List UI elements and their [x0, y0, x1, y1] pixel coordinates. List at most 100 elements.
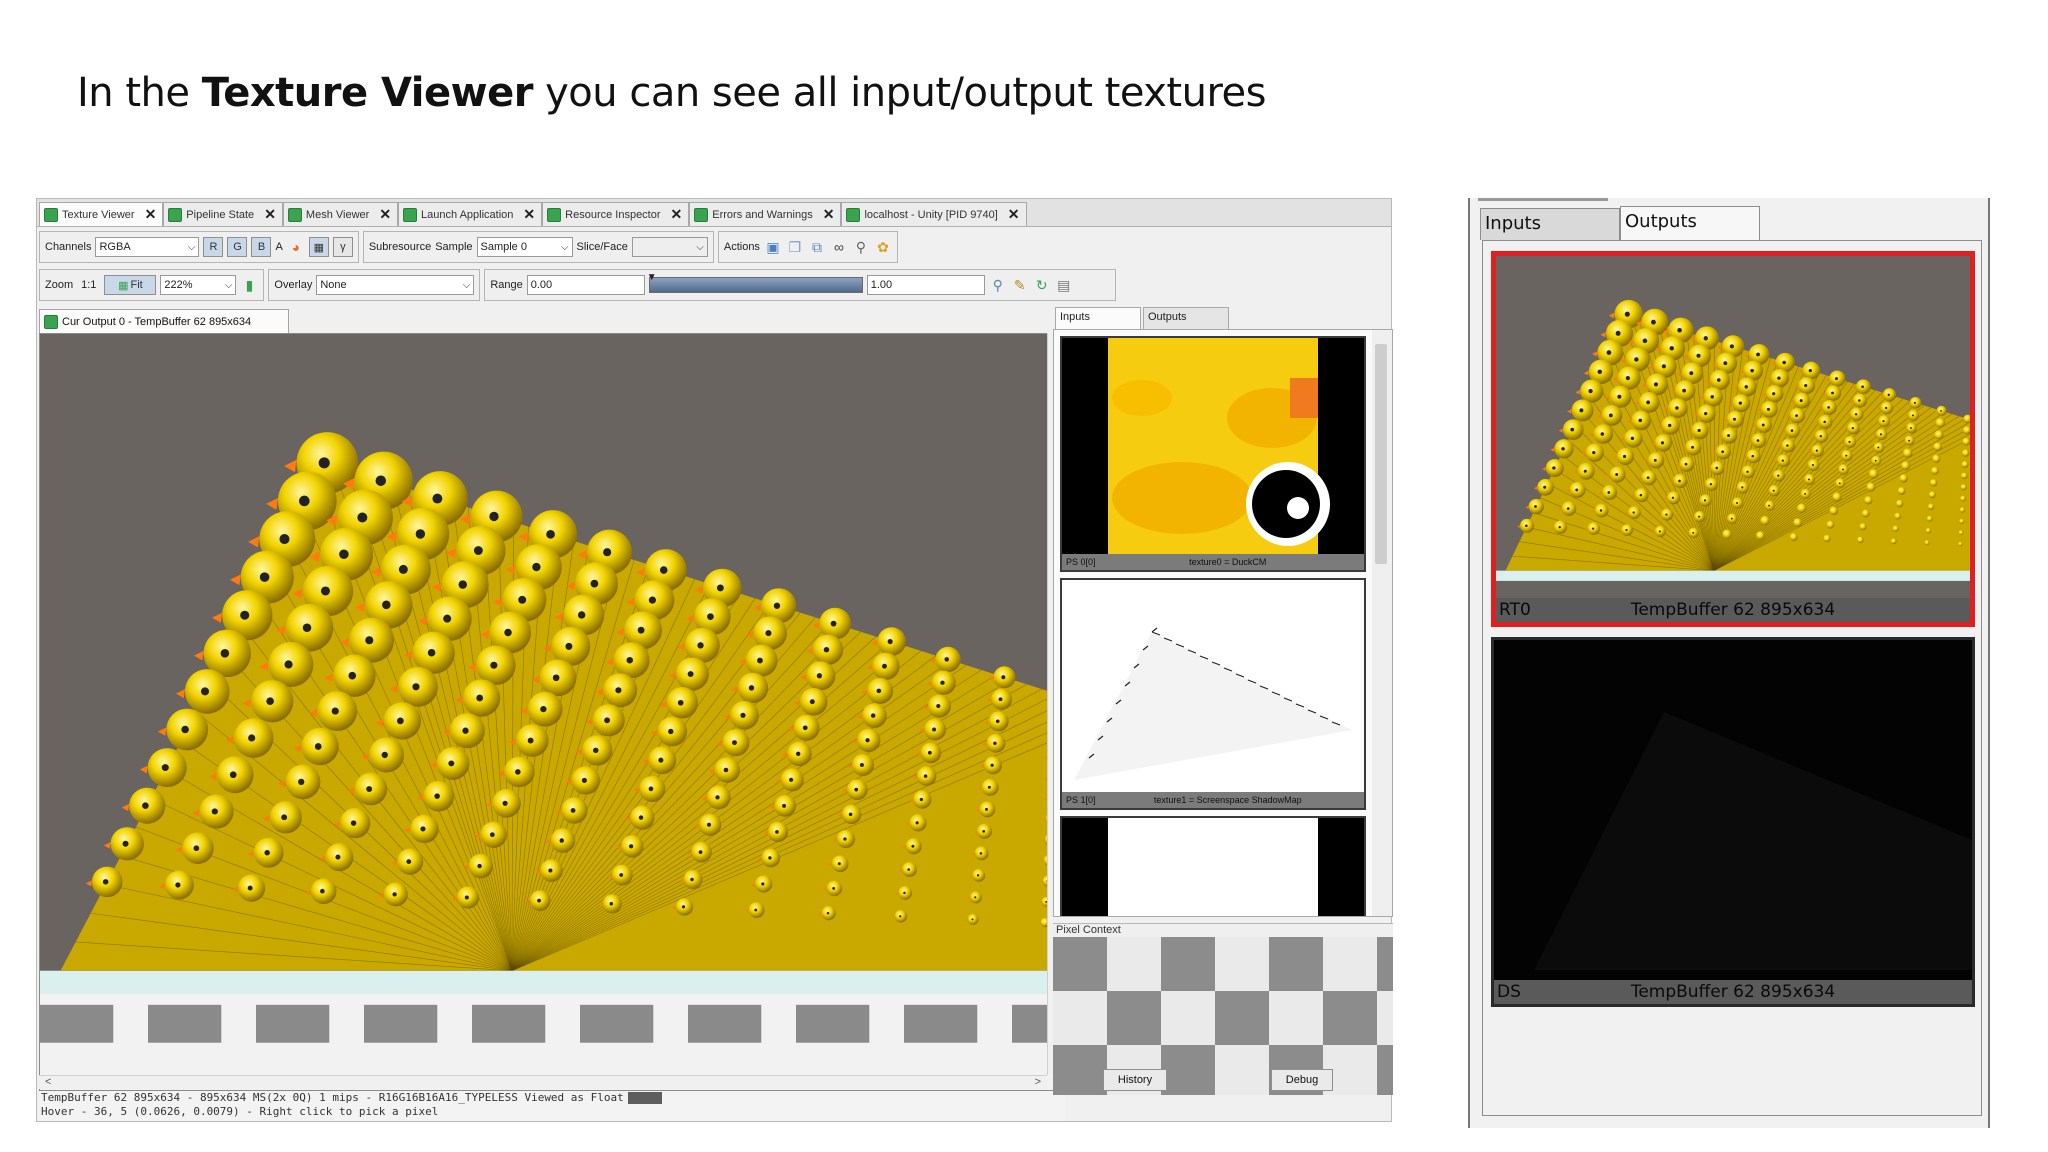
- divider: [1478, 198, 1608, 201]
- tab-outputs[interactable]: Outputs: [1620, 206, 1760, 240]
- channel-toolbar: Channels RGBA ⌵ R G B A ◕ ▦ γ Subresource…: [37, 229, 1391, 265]
- save-icon[interactable]: ▣: [764, 238, 782, 256]
- color-wheel-icon[interactable]: ◕: [287, 238, 305, 256]
- red-channel-toggle[interactable]: R: [203, 237, 224, 257]
- tab-outputs[interactable]: Outputs: [1143, 307, 1229, 329]
- tab-texture-viewer[interactable]: Texture Viewer ✕: [39, 202, 164, 226]
- fit-button[interactable]: ▦ Fit: [104, 275, 157, 295]
- zoomed-outputs-panel: Inputs Outputs RT0 TempBuffer 62 895x634 …: [1468, 198, 1990, 1128]
- alpha-channel-toggle[interactable]: A: [275, 241, 282, 253]
- chevron-down-icon: ⌵: [560, 241, 569, 253]
- thumbnail-duck-texture[interactable]: PS 0[0] texture0 = DuckCM: [1060, 336, 1366, 572]
- output-ds-thumbnail[interactable]: DS TempBuffer 62 895x634: [1491, 637, 1975, 1007]
- pixel-context-label: Pixel Context: [1053, 923, 1393, 937]
- gamma-toggle[interactable]: γ: [332, 237, 353, 257]
- rt0-preview: [1496, 256, 1970, 598]
- tab-pipeline-state[interactable]: Pipeline State ✕: [163, 202, 283, 226]
- renderdoc-window: Texture Viewer ✕ Pipeline State ✕ Mesh Vie…: [36, 198, 1393, 1122]
- close-icon[interactable]: ✕: [379, 206, 391, 223]
- copy-icon[interactable]: ❐: [786, 238, 804, 256]
- channels-group: Channels RGBA ⌵ R G B A ◕ ▦ γ: [39, 231, 359, 263]
- resource-tabs: Inputs Outputs: [1055, 307, 1229, 329]
- checkerboard-toggle[interactable]: ▦: [308, 237, 329, 257]
- close-icon[interactable]: ✕: [1008, 206, 1020, 223]
- reset-range-icon[interactable]: ↻: [1033, 276, 1051, 294]
- range-slider[interactable]: ▼: [647, 272, 863, 293]
- range-max-input[interactable]: 1.00: [866, 275, 985, 295]
- depth-preview: [1494, 640, 1972, 980]
- warning-icon: [694, 207, 709, 222]
- resource-icon: [547, 207, 562, 222]
- pixel-context-view[interactable]: History Debug: [1053, 937, 1393, 1095]
- pixel-color-swatch: [627, 1092, 662, 1104]
- tab-launch-application[interactable]: Launch Application ✕: [398, 202, 543, 226]
- inputs-scrollbar[interactable]: [1372, 330, 1392, 916]
- overlay-group: Overlay None ⌵: [268, 269, 481, 301]
- chevron-down-icon: ⌵: [224, 279, 233, 291]
- tab-localhost-unity[interactable]: localhost - Unity [PID 9740] ✕: [841, 202, 1027, 226]
- texture-icon: [44, 314, 58, 329]
- mesh-icon: [287, 207, 302, 222]
- blue-channel-toggle[interactable]: B: [251, 237, 272, 257]
- tab-inputs[interactable]: Inputs: [1055, 307, 1141, 329]
- binoculars-icon[interactable]: ∞: [830, 238, 848, 256]
- document-tabstrip: Texture Viewer ✕ Pipeline State ✕ Mesh Vie…: [37, 199, 1391, 227]
- tab-inputs[interactable]: Inputs: [1480, 208, 1620, 240]
- sample-select[interactable]: Sample 0 ⌵: [476, 237, 573, 257]
- thumbnail-third-texture[interactable]: [1060, 816, 1366, 916]
- debug-button[interactable]: Debug: [1271, 1069, 1333, 1091]
- connection-icon: [846, 207, 861, 222]
- rt0-caption: RT0 TempBuffer 62 895x634: [1496, 598, 1970, 622]
- chevron-down-icon: ⌵: [696, 241, 704, 253]
- pipeline-icon: [168, 207, 183, 222]
- scrollbar-thumb[interactable]: [1375, 344, 1387, 564]
- input-thumbnail-list: PS 0[0] texture0 = DuckCM PS 1[0] texture1…: [1053, 329, 1393, 917]
- settings-icon[interactable]: ✿: [874, 238, 892, 256]
- flip-icon[interactable]: ▮: [240, 276, 258, 294]
- auto-fit-icon[interactable]: ✎: [1011, 276, 1029, 294]
- zoom-1to1-button[interactable]: 1:1: [77, 279, 100, 291]
- close-icon[interactable]: ✕: [145, 206, 157, 223]
- chevron-down-icon: ⌵: [187, 241, 196, 253]
- green-channel-toggle[interactable]: G: [227, 237, 248, 257]
- close-icon[interactable]: ✕: [523, 206, 535, 223]
- thumbnail-caption: PS 1[0] texture1 = Screenspace ShadowMap: [1062, 792, 1364, 808]
- tab-mesh-viewer[interactable]: Mesh Viewer ✕: [282, 202, 399, 226]
- open-resource-icon[interactable]: ⧉: [808, 238, 826, 256]
- actions-group: Actions ▣ ❐ ⧉ ∞ ⚲ ✿: [717, 231, 898, 263]
- thumbnail-shadowmap-texture[interactable]: PS 1[0] texture1 = Screenspace ShadowMap: [1060, 578, 1366, 810]
- zoom-toolbar: Zoom 1:1 ▦ Fit 222% ⌵ ▮ Overlay None ⌵ Rang…: [37, 267, 1391, 303]
- thumbnail-caption: PS 0[0] texture0 = DuckCM: [1062, 554, 1364, 570]
- history-button[interactable]: History: [1103, 1069, 1167, 1091]
- zoom-range-icon[interactable]: ⚲: [989, 276, 1007, 294]
- histogram-icon[interactable]: ▤: [1055, 276, 1073, 294]
- zoom-select[interactable]: 222% ⌵: [160, 275, 237, 295]
- tab-resource-inspector[interactable]: Resource Inspector ✕: [542, 202, 690, 226]
- duck-texture-preview: [1062, 338, 1364, 556]
- close-icon[interactable]: ✕: [823, 206, 835, 223]
- launch-icon: [403, 207, 418, 222]
- hover-status: Hover - 36, 5 (0.0626, 0.0079) - Right c…: [41, 1105, 439, 1118]
- close-icon[interactable]: ✕: [671, 206, 683, 223]
- viewer-tab[interactable]: Cur Output 0 - TempBuffer 62 895x634: [39, 309, 289, 333]
- slice-face-select[interactable]: ⌵: [631, 237, 708, 257]
- texture-viewport[interactable]: [39, 333, 1065, 1091]
- scroll-left-icon[interactable]: <: [45, 1076, 51, 1089]
- chevron-down-icon: ⌵: [462, 279, 471, 291]
- texture-status: TempBuffer 62 895x634 - 895x634 MS(2x 0Q…: [41, 1091, 624, 1104]
- pick-icon[interactable]: ⚲: [852, 238, 870, 256]
- channels-select[interactable]: RGBA ⌵: [95, 237, 200, 257]
- scroll-right-icon[interactable]: >: [1035, 1076, 1041, 1089]
- range-min-input[interactable]: 0.00: [526, 275, 645, 295]
- range-min-handle[interactable]: ▼: [647, 272, 657, 283]
- tab-errors-warnings[interactable]: Errors and Warnings ✕: [689, 202, 842, 226]
- horizontal-scrollbar[interactable]: < >: [39, 1075, 1047, 1089]
- range-group: Range 0.00 ▼ 1.00 ⚲ ✎ ↻ ▤: [484, 269, 1117, 301]
- close-icon[interactable]: ✕: [264, 206, 276, 223]
- outputs-list: RT0 TempBuffer 62 895x634 DS TempBuffer 62…: [1482, 240, 1982, 1116]
- overlay-select[interactable]: None ⌵: [316, 275, 475, 295]
- subresource-group: Subresource Sample Sample 0 ⌵ Slice/Face …: [362, 231, 714, 263]
- shadowmap-preview: [1062, 580, 1364, 794]
- output-rt0-thumbnail[interactable]: RT0 TempBuffer 62 895x634: [1491, 251, 1975, 627]
- zoom-group: Zoom 1:1 ▦ Fit 222% ⌵ ▮: [39, 269, 265, 301]
